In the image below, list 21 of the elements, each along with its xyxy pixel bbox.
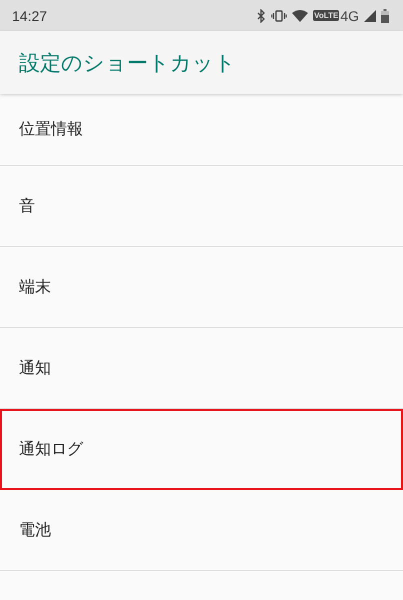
item-label: 電池 — [19, 520, 51, 540]
bluetooth-icon — [257, 8, 266, 22]
item-label: 通知 — [19, 358, 51, 378]
shortcut-item[interactable]: 通知ログ — [0, 409, 403, 490]
shortcut-item[interactable]: 通知 — [0, 328, 403, 409]
signal-icon — [364, 10, 376, 22]
shortcut-item[interactable]: 電池 — [0, 490, 403, 571]
battery-icon — [381, 8, 389, 22]
app-bar-title: 設定のショートカット — [19, 50, 236, 76]
wifi-icon — [292, 10, 308, 22]
network-type: 4G — [340, 8, 359, 24]
clock-time: 14:27 — [12, 8, 48, 24]
item-label: 端末 — [19, 276, 51, 298]
shortcut-item[interactable]: 端末 — [0, 247, 403, 328]
shortcut-item[interactable]: 位置情報 — [0, 94, 403, 166]
item-label: 位置情報 — [19, 119, 83, 140]
item-label: 通知ログ — [19, 438, 83, 460]
volte-badge: VoLTE — [313, 10, 340, 21]
shortcut-item[interactable]: 音 — [0, 166, 403, 247]
item-label: 音 — [19, 196, 35, 216]
vibrate-icon — [271, 10, 288, 22]
